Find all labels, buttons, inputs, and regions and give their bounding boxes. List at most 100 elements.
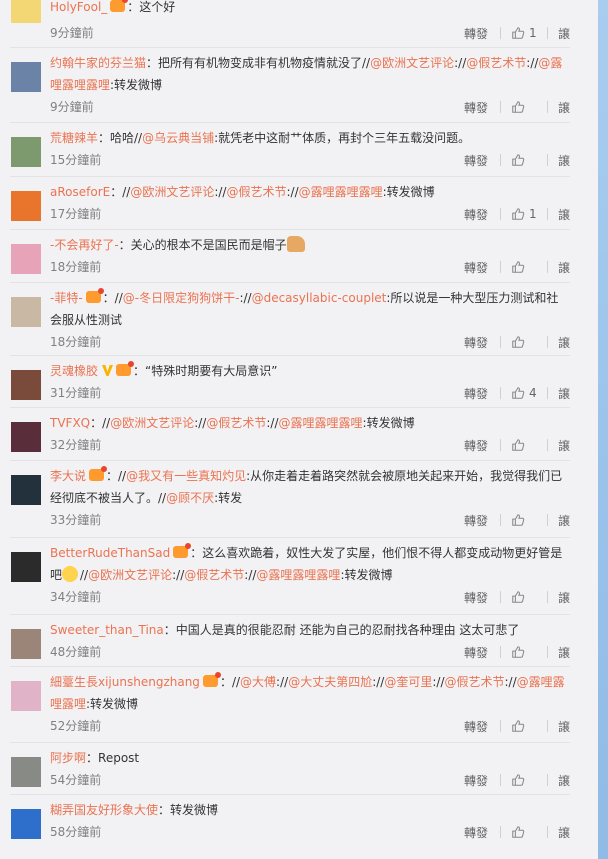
reply-button[interactable]: 譲 (558, 437, 570, 454)
repost-button[interactable]: 轉發 (464, 206, 488, 223)
like-button[interactable] (511, 645, 547, 659)
like-button[interactable] (511, 719, 547, 733)
comment-text: Sweeter_than_Tina：中国人是真的很能忍耐 还能为自己的忍耐找各种… (50, 619, 570, 641)
avatar[interactable] (11, 552, 41, 582)
mention-link[interactable]: @假艺术节 (445, 675, 505, 689)
reply-button[interactable]: 譲 (558, 718, 570, 735)
repost-button[interactable]: 轉發 (464, 25, 488, 42)
reply-button[interactable]: 譲 (558, 152, 570, 169)
like-button[interactable] (511, 335, 547, 349)
avatar[interactable] (11, 62, 41, 92)
mention-link[interactable]: @欧洲文艺评论 (130, 185, 214, 199)
like-count: 1 (528, 207, 537, 221)
mention-link[interactable]: @假艺术节 (226, 185, 286, 199)
repost-button[interactable]: 轉發 (464, 772, 488, 789)
comment-text-segment: :// (266, 416, 279, 430)
comment-username[interactable]: TVFXQ (50, 416, 90, 430)
mention-link[interactable]: @大丈夫第四尬 (288, 675, 372, 689)
reply-button[interactable]: 譲 (558, 772, 570, 789)
repost-button[interactable]: 轉發 (464, 718, 488, 735)
mention-link[interactable]: @-冬日限定狗狗饼干- (123, 291, 240, 305)
mention-link[interactable]: @露哩露哩露哩 (256, 568, 340, 582)
mention-link[interactable]: @露哩露哩露哩 (279, 416, 363, 430)
mention-link[interactable]: @假艺术节 (466, 56, 526, 70)
comment-text: 糊弄国友好形象大使：转发微博 (50, 799, 570, 821)
comment-username[interactable]: -不会再好了- (50, 238, 119, 252)
comment-username[interactable]: 荒糖辣羊 (50, 131, 98, 145)
avatar[interactable] (11, 681, 41, 711)
like-button[interactable] (511, 260, 547, 274)
reply-button[interactable]: 譲 (558, 512, 570, 529)
avatar[interactable] (11, 297, 41, 327)
avatar[interactable] (11, 629, 41, 659)
like-button[interactable] (511, 438, 547, 452)
mention-link[interactable]: @欧洲文艺评论 (370, 56, 454, 70)
mention-link[interactable]: @我又有一些真知灼见 (126, 469, 246, 483)
like-button[interactable]: 4 (511, 386, 547, 400)
repost-button[interactable]: 轉發 (464, 99, 488, 116)
avatar[interactable] (11, 757, 41, 787)
comment-username[interactable]: HolyFool_ (50, 0, 107, 14)
reply-button[interactable]: 譲 (558, 259, 570, 276)
avatar[interactable] (11, 191, 41, 221)
repost-button[interactable]: 轉發 (464, 385, 488, 402)
reply-button[interactable]: 譲 (558, 385, 570, 402)
mention-link[interactable]: @露哩露哩露哩 (299, 185, 383, 199)
comment-username[interactable]: Sweeter_than_Tina (50, 623, 164, 637)
repost-button[interactable]: 轉發 (464, 259, 488, 276)
comment-username[interactable]: 灵魂橡胶 (50, 364, 98, 378)
mention-link[interactable]: @欧洲文艺评论 (88, 568, 172, 582)
repost-button[interactable]: 轉發 (464, 589, 488, 606)
repost-button[interactable]: 轉發 (464, 334, 488, 351)
comment-username[interactable]: aRoseforE (50, 185, 110, 199)
comment-username[interactable]: BetterRudeThanSad (50, 546, 170, 560)
mention-link[interactable]: @乌云典当铺 (142, 131, 214, 145)
avatar[interactable] (11, 809, 41, 839)
avatar[interactable] (11, 244, 41, 274)
like-button[interactable] (511, 773, 547, 787)
avatar[interactable] (11, 422, 41, 452)
reply-button[interactable]: 譲 (558, 644, 570, 661)
mention-link[interactable]: @大傅 (240, 675, 276, 689)
like-button[interactable] (511, 100, 547, 114)
mention-link[interactable]: @假艺术节 (206, 416, 266, 430)
reply-button[interactable]: 譲 (558, 334, 570, 351)
action-divider (546, 514, 548, 526)
comment-username[interactable]: 约翰牛家的芬兰猫 (50, 56, 146, 70)
repost-button[interactable]: 轉發 (464, 512, 488, 529)
like-button[interactable]: 1 (511, 207, 547, 221)
reply-button[interactable]: 譲 (558, 99, 570, 116)
mention-link[interactable]: @顾不厌 (166, 491, 214, 505)
repost-button[interactable]: 轉發 (464, 152, 488, 169)
avatar[interactable] (11, 137, 41, 167)
repost-button[interactable]: 轉發 (464, 824, 488, 841)
reply-button[interactable]: 譲 (558, 25, 570, 42)
avatar[interactable] (11, 475, 41, 505)
like-button[interactable]: 1 (511, 26, 547, 40)
avatar[interactable] (11, 0, 41, 23)
comment-separator (10, 407, 570, 408)
like-button[interactable] (511, 825, 547, 839)
comment-text-segment: :转发微博 (340, 568, 393, 582)
mention-link[interactable]: @欧洲文艺评论 (110, 416, 194, 430)
comment-username[interactable]: 細薹生長xijunshengzhang (50, 675, 200, 689)
mention-link[interactable]: @decasyllabic-couplet (252, 291, 387, 305)
reply-button[interactable]: 譲 (558, 824, 570, 841)
like-button[interactable] (511, 153, 547, 167)
comment-username[interactable]: 阿步啊 (50, 751, 86, 765)
comment-text-segment: :转发微博 (362, 416, 415, 430)
like-button[interactable] (511, 590, 547, 604)
repost-button[interactable]: 轉發 (464, 437, 488, 454)
mention-link[interactable]: @奎可里 (384, 675, 432, 689)
comment-username[interactable]: 李大说 (50, 469, 86, 483)
reply-button[interactable]: 譲 (558, 589, 570, 606)
comment-username[interactable]: 糊弄国友好形象大使 (50, 803, 158, 817)
repost-button[interactable]: 轉發 (464, 644, 488, 661)
like-button[interactable] (511, 513, 547, 527)
reply-button[interactable]: 譲 (558, 206, 570, 223)
avatar[interactable] (11, 370, 41, 400)
comment-actions: 轉發 譲 (464, 512, 570, 528)
comment-username[interactable]: -菲特- (50, 291, 83, 305)
thumbs-up-icon (512, 261, 525, 273)
mention-link[interactable]: @假艺术节 (184, 568, 244, 582)
